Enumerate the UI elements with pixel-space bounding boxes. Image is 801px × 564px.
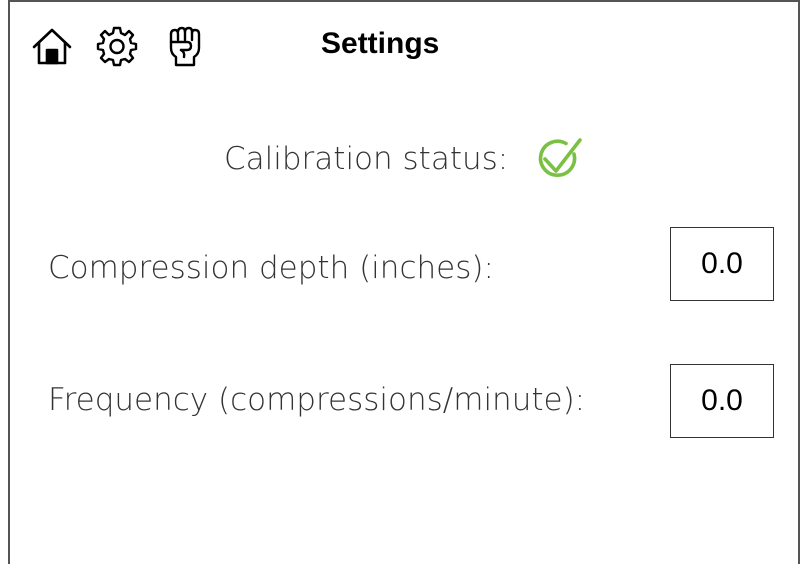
compression-depth-label: Compression depth (inches): bbox=[48, 250, 494, 286]
frequency-label: Frequency (compressions/minute): bbox=[48, 382, 586, 418]
check-circle-icon bbox=[530, 135, 586, 183]
calibration-status-label: Calibration status: bbox=[224, 141, 509, 177]
compression-depth-field[interactable]: 0.0 bbox=[670, 227, 774, 301]
gear-icon[interactable] bbox=[95, 24, 139, 68]
calibration-status-row: Calibration status: bbox=[224, 137, 586, 181]
frequency-field[interactable]: 0.0 bbox=[670, 364, 774, 438]
page-title: Settings bbox=[321, 27, 440, 60]
home-icon[interactable] bbox=[30, 24, 74, 68]
toolbar: Settings bbox=[10, 2, 798, 82]
settings-screen: Settings Calibration status: Compression… bbox=[8, 0, 800, 564]
fist-icon[interactable] bbox=[163, 24, 207, 68]
